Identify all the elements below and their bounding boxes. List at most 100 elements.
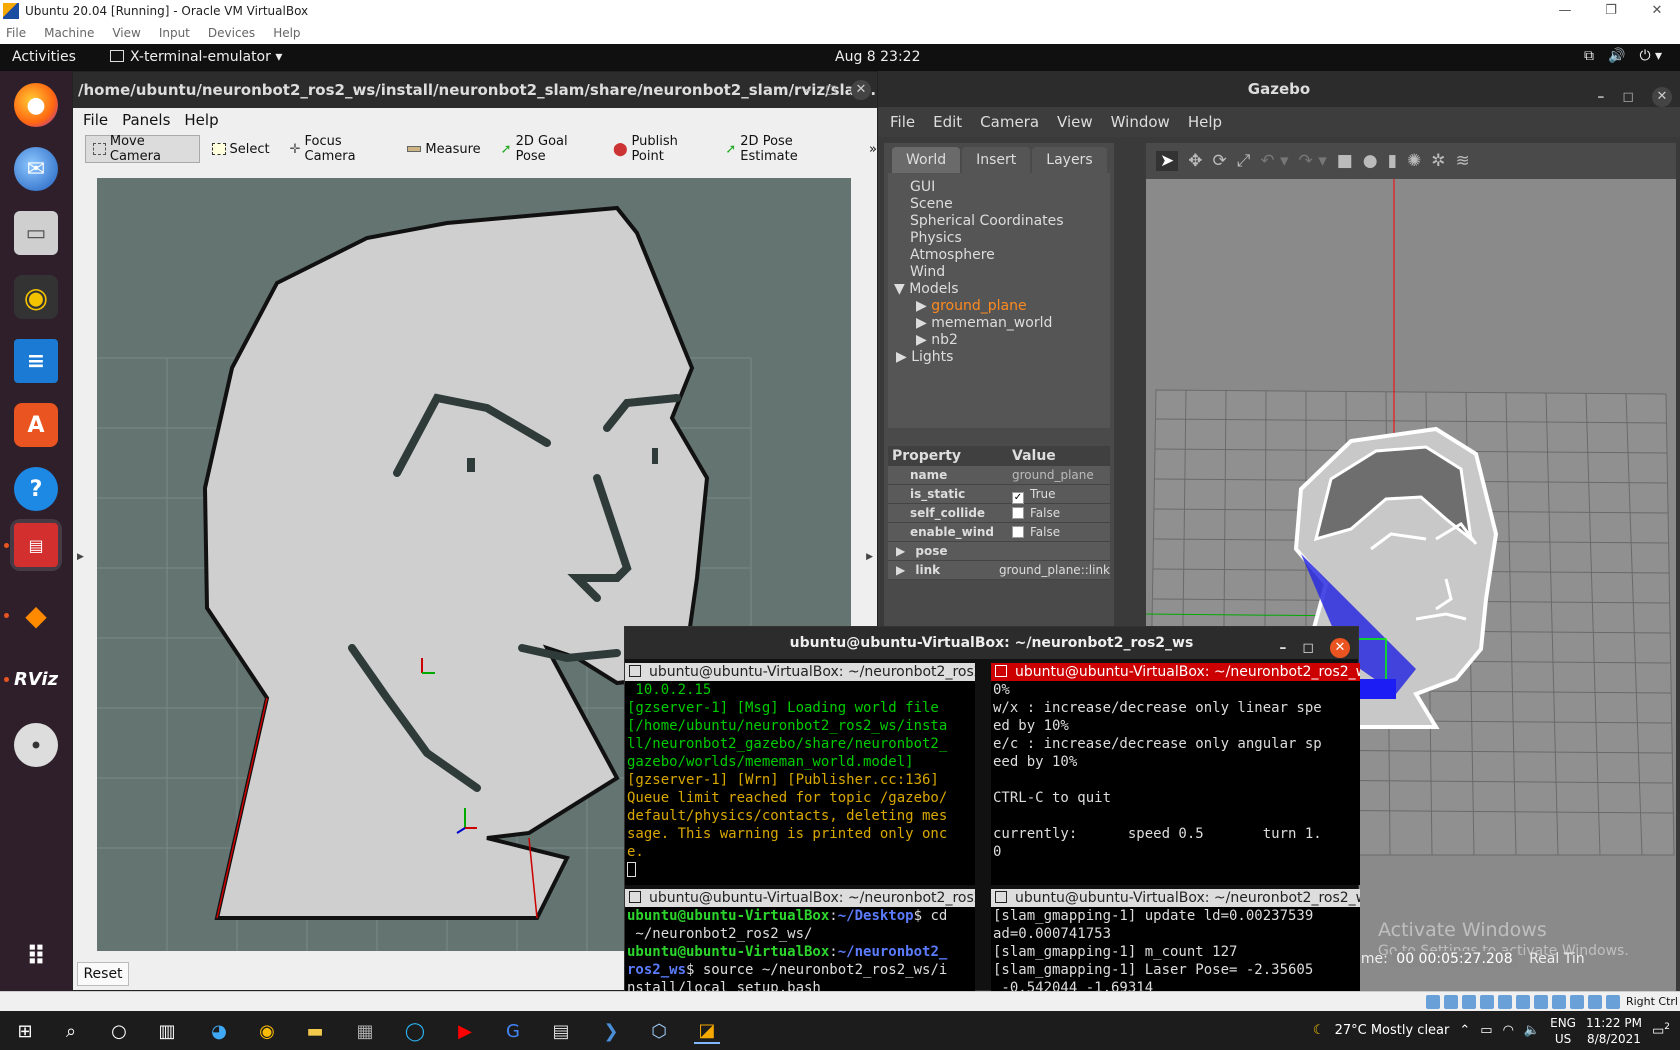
tree-item-physics[interactable]: Physics	[888, 230, 1110, 247]
maximize-icon[interactable]: ◻	[1302, 632, 1314, 664]
prop-row-is-static[interactable]: is_static ✓ True	[888, 485, 1110, 504]
goal-pose-tool[interactable]: ➚ 2D Goal Pose	[493, 134, 601, 164]
notifications-icon[interactable]: ▭2	[1652, 1022, 1670, 1038]
rotate-icon[interactable]: ⟳	[1213, 151, 1227, 171]
terminal-pane-bottom-right[interactable]: ubuntu@ubuntu-VirtualBox: ~/neuronbot2_r…	[991, 889, 1360, 992]
prop-row-name[interactable]: name ground_plane	[888, 466, 1110, 485]
checkbox-icon[interactable]	[1012, 507, 1024, 519]
tab-insert[interactable]: Insert	[962, 147, 1031, 173]
close-icon[interactable]: ✕	[1652, 87, 1672, 107]
google-icon[interactable]: G	[500, 1018, 526, 1044]
minimize-icon[interactable]: —	[1542, 0, 1588, 22]
prop-row-pose[interactable]: ▶ pose	[888, 542, 1110, 561]
tree-item-wind[interactable]: Wind	[888, 264, 1110, 281]
pane-header-active[interactable]: ubuntu@ubuntu-VirtualBox: ~/neuronbot2_r…	[991, 663, 1360, 681]
volume-icon[interactable]: 🔊	[1608, 48, 1625, 64]
checkbox-checked-icon[interactable]: ✓	[1012, 492, 1024, 504]
menu-help[interactable]: Help	[184, 111, 218, 129]
search-icon[interactable]: ⌕	[58, 1018, 84, 1044]
thunderbird-icon[interactable]: ✉	[10, 143, 62, 195]
speaker-icon[interactable]: 🔈	[1524, 1023, 1540, 1038]
rhythmbox-icon[interactable]: ◉	[10, 271, 62, 323]
terminal-pane-bottom-left[interactable]: ubuntu@ubuntu-VirtualBox: ~/neuronbot2_r…	[625, 889, 975, 992]
checkbox-icon[interactable]	[1012, 526, 1024, 538]
minimize-icon[interactable]: –	[804, 82, 811, 98]
tree-item-scene[interactable]: Scene	[888, 196, 1110, 213]
tree-item-lights[interactable]: ▶ Lights	[888, 349, 1110, 366]
maximize-icon[interactable]: ◻	[1622, 79, 1634, 115]
alexa-icon[interactable]: ◯	[402, 1018, 428, 1044]
cylinder-icon[interactable]: ▮	[1388, 151, 1397, 171]
tree-item-ground-plane[interactable]: ▶ ground_plane	[888, 298, 1110, 315]
app-menu[interactable]: X-terminal-emulator ▾	[110, 49, 282, 65]
dvd-icon[interactable]	[10, 719, 62, 771]
reset-button[interactable]: Reset	[77, 962, 129, 986]
file-explorer-icon[interactable]: ▬	[302, 1018, 328, 1044]
optical-icon[interactable]	[1444, 995, 1458, 1009]
publish-point-tool[interactable]: ⬤ Publish Point	[605, 134, 713, 164]
restore-icon[interactable]: ❐	[1588, 0, 1634, 22]
select-mode-icon[interactable]: ➤	[1156, 151, 1179, 171]
measure-tool[interactable]: Measure	[399, 135, 488, 163]
menu-view[interactable]: View	[112, 26, 140, 40]
menu-camera[interactable]: Camera	[980, 113, 1039, 131]
input-language[interactable]: ENG US	[1550, 1015, 1576, 1047]
power-icon[interactable]: ⏻ ▾	[1639, 48, 1662, 64]
taskbar-clock[interactable]: 11:22 PM 8/8/2021	[1586, 1015, 1642, 1047]
menu-input[interactable]: Input	[159, 26, 190, 40]
app-icon[interactable]: ▦	[352, 1018, 378, 1044]
tray-expand-icon[interactable]: ⌃	[1459, 1023, 1470, 1038]
prop-row-link[interactable]: ▶ link ground_plane::link	[888, 561, 1110, 580]
left-panel-toggle-icon[interactable]: ▶	[77, 552, 84, 562]
menu-panels[interactable]: Panels	[122, 111, 170, 129]
rviz-icon[interactable]: RViz	[10, 653, 62, 705]
menu-window[interactable]: Window	[1111, 113, 1170, 131]
menu-file[interactable]: File	[83, 111, 108, 129]
sun-icon[interactable]: ✺	[1407, 151, 1421, 171]
close-icon[interactable]: ✕	[1330, 638, 1350, 658]
wifi-icon[interactable]: ◠	[1503, 1023, 1514, 1038]
menu-machine[interactable]: Machine	[44, 26, 94, 40]
maximize-icon[interactable]: ◻	[825, 82, 837, 98]
writer-icon[interactable]: ≡	[10, 335, 62, 387]
prop-row-self-collide[interactable]: self_collide False	[888, 504, 1110, 523]
help-icon[interactable]: ?	[10, 463, 62, 515]
point-light-icon[interactable]: ✲	[1431, 151, 1445, 171]
right-panel-toggle-icon[interactable]: ▶	[866, 552, 873, 562]
tab-layers[interactable]: Layers	[1032, 147, 1107, 173]
network-icon[interactable]: ⧉	[1584, 48, 1594, 64]
sphere-icon[interactable]: ●	[1363, 151, 1378, 171]
terminal-pane-top-right[interactable]: ubuntu@ubuntu-VirtualBox: ~/neuronbot2_r…	[991, 663, 1360, 885]
edge-icon[interactable]: ◕	[206, 1018, 232, 1044]
terminal-pane-top-left[interactable]: ubuntu@ubuntu-VirtualBox: ~/neuronbot2_r…	[625, 663, 975, 885]
select-tool[interactable]: Select	[204, 135, 278, 163]
weather-text[interactable]: 27°C Mostly clear	[1335, 1023, 1450, 1038]
terminal-icon[interactable]: ▤	[10, 519, 62, 571]
scale-icon[interactable]: ⤢	[1237, 151, 1251, 171]
focus-camera-tool[interactable]: ✛ Focus Camera	[282, 134, 396, 164]
menu-file[interactable]: File	[6, 26, 26, 40]
windows-start-icon[interactable]: ⊞	[12, 1018, 38, 1044]
app-icon[interactable]: ◆	[10, 589, 62, 641]
hdd-icon[interactable]	[1426, 995, 1440, 1009]
clock[interactable]: Aug 8 23:22	[835, 49, 921, 65]
shared-folder-icon[interactable]	[1516, 995, 1530, 1009]
tree-item-models[interactable]: ▼ Models	[888, 281, 1110, 298]
weather-icon[interactable]: ☾	[1313, 1023, 1325, 1038]
menu-edit[interactable]: Edit	[933, 113, 962, 131]
pane-header[interactable]: ubuntu@ubuntu-VirtualBox: ~/neuronbot2_r…	[625, 663, 975, 681]
redo-icon[interactable]: ↷ ▾	[1299, 151, 1327, 171]
chrome-icon[interactable]: ◉	[254, 1018, 280, 1044]
translate-icon[interactable]: ✥	[1188, 151, 1202, 171]
toolbar-overflow[interactable]: »	[869, 142, 877, 157]
pane-header[interactable]: ubuntu@ubuntu-VirtualBox: ~/neuronbot2_r…	[625, 889, 975, 907]
box-icon[interactable]: ■	[1337, 151, 1353, 171]
menu-help[interactable]: Help	[273, 26, 300, 40]
mouse-icon[interactable]	[1588, 995, 1602, 1009]
network-tray-icon[interactable]: ▭	[1480, 1023, 1492, 1038]
tab-world[interactable]: World	[892, 147, 961, 173]
task-view-icon[interactable]: ▥	[154, 1018, 180, 1044]
tree-item-atmosphere[interactable]: Atmosphere	[888, 247, 1110, 264]
calculator-icon[interactable]: ▤	[548, 1018, 574, 1044]
tree-item-mememan-world[interactable]: ▶ mememan_world	[888, 315, 1110, 332]
